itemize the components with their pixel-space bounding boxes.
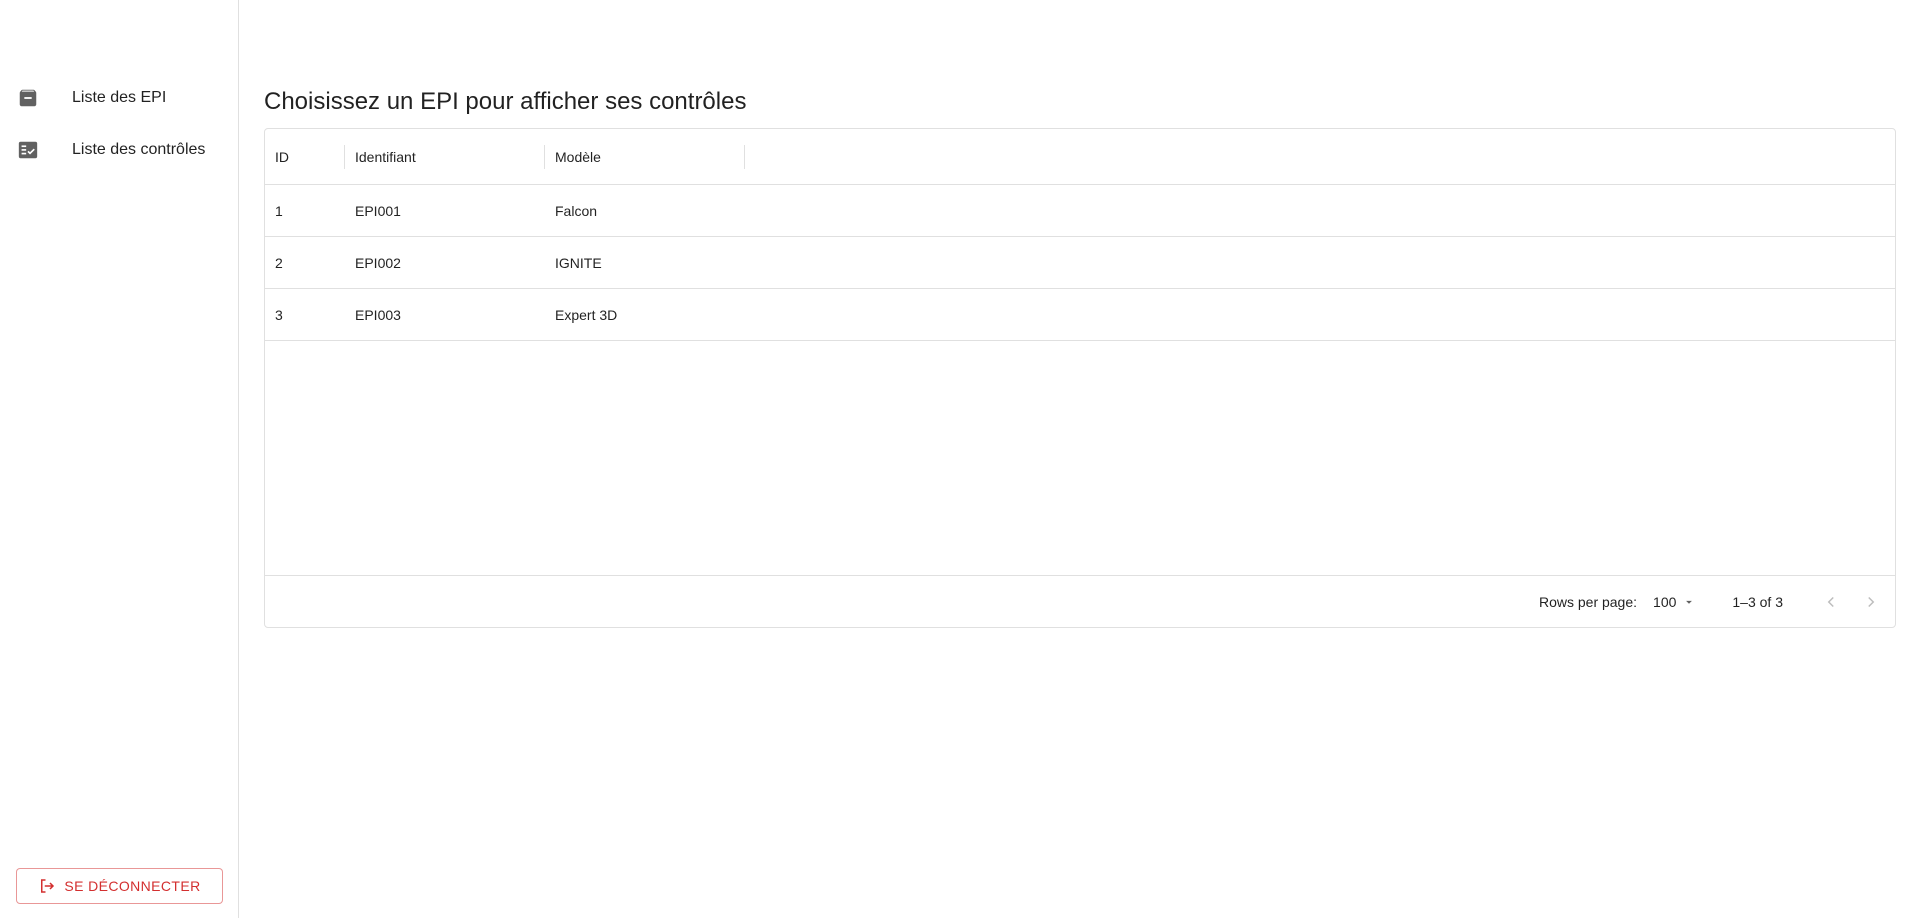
archive-icon bbox=[16, 86, 40, 110]
dropdown-arrow-icon bbox=[1682, 595, 1696, 609]
cell-id: 2 bbox=[275, 254, 283, 271]
table-footer: Rows per page: 100 1–3 of 3 bbox=[265, 575, 1895, 627]
column-header-id[interactable]: ID bbox=[265, 129, 345, 184]
cell-modele: Expert 3D bbox=[555, 306, 618, 323]
sidebar-item-label: Liste des contrôles bbox=[72, 141, 206, 158]
logout-icon bbox=[38, 877, 56, 895]
rows-per-page-value: 100 bbox=[1653, 593, 1677, 610]
cell-identifiant: EPI001 bbox=[355, 202, 401, 219]
previous-page-button[interactable] bbox=[1811, 582, 1851, 622]
cell-modele: IGNITE bbox=[555, 254, 602, 271]
cell-identifiant: EPI003 bbox=[355, 306, 401, 323]
column-separator[interactable] bbox=[744, 145, 745, 169]
cell-id: 3 bbox=[275, 306, 283, 323]
rows-per-page-label: Rows per page: bbox=[1538, 593, 1638, 610]
cell-identifiant: EPI002 bbox=[355, 254, 401, 271]
sidebar-item-epi-list[interactable]: Liste des EPI bbox=[0, 72, 238, 124]
next-page-button[interactable] bbox=[1851, 582, 1891, 622]
page-title: Choisissez un EPI pour afficher ses cont… bbox=[264, 88, 747, 115]
column-header-identifiant[interactable]: Identifiant bbox=[345, 129, 545, 184]
sidebar: Liste des EPI Liste des contrôles SE DÉC… bbox=[0, 0, 239, 918]
column-header-label: ID bbox=[275, 148, 289, 165]
column-header-label: Identifiant bbox=[355, 148, 416, 165]
table-row[interactable]: 1 EPI001 Falcon bbox=[265, 185, 1895, 237]
cell-id: 1 bbox=[275, 202, 283, 219]
table-row[interactable]: 3 EPI003 Expert 3D bbox=[265, 289, 1895, 341]
epi-data-grid: ID Identifiant Modèle 1 EPI001 Falcon 2 … bbox=[264, 128, 1896, 628]
pagination-range: 1–3 of 3 bbox=[1732, 593, 1783, 610]
logout-button[interactable]: SE DÉCONNECTER bbox=[16, 868, 223, 904]
table-row[interactable]: 2 EPI002 IGNITE bbox=[265, 237, 1895, 289]
chevron-right-icon bbox=[1868, 596, 1875, 607]
column-header-modele[interactable]: Modèle bbox=[545, 129, 745, 184]
sidebar-nav: Liste des EPI Liste des contrôles bbox=[0, 72, 238, 176]
column-header-label: Modèle bbox=[555, 148, 601, 165]
chevron-left-icon bbox=[1827, 596, 1834, 607]
rows-per-page-select[interactable]: 100 bbox=[1653, 594, 1696, 610]
table-header: ID Identifiant Modèle bbox=[265, 129, 1895, 185]
logout-label: SE DÉCONNECTER bbox=[64, 878, 201, 894]
fact-check-icon bbox=[16, 138, 40, 162]
sidebar-item-label: Liste des EPI bbox=[72, 89, 167, 106]
cell-modele: Falcon bbox=[555, 202, 598, 219]
sidebar-item-controls-list[interactable]: Liste des contrôles bbox=[0, 124, 238, 176]
